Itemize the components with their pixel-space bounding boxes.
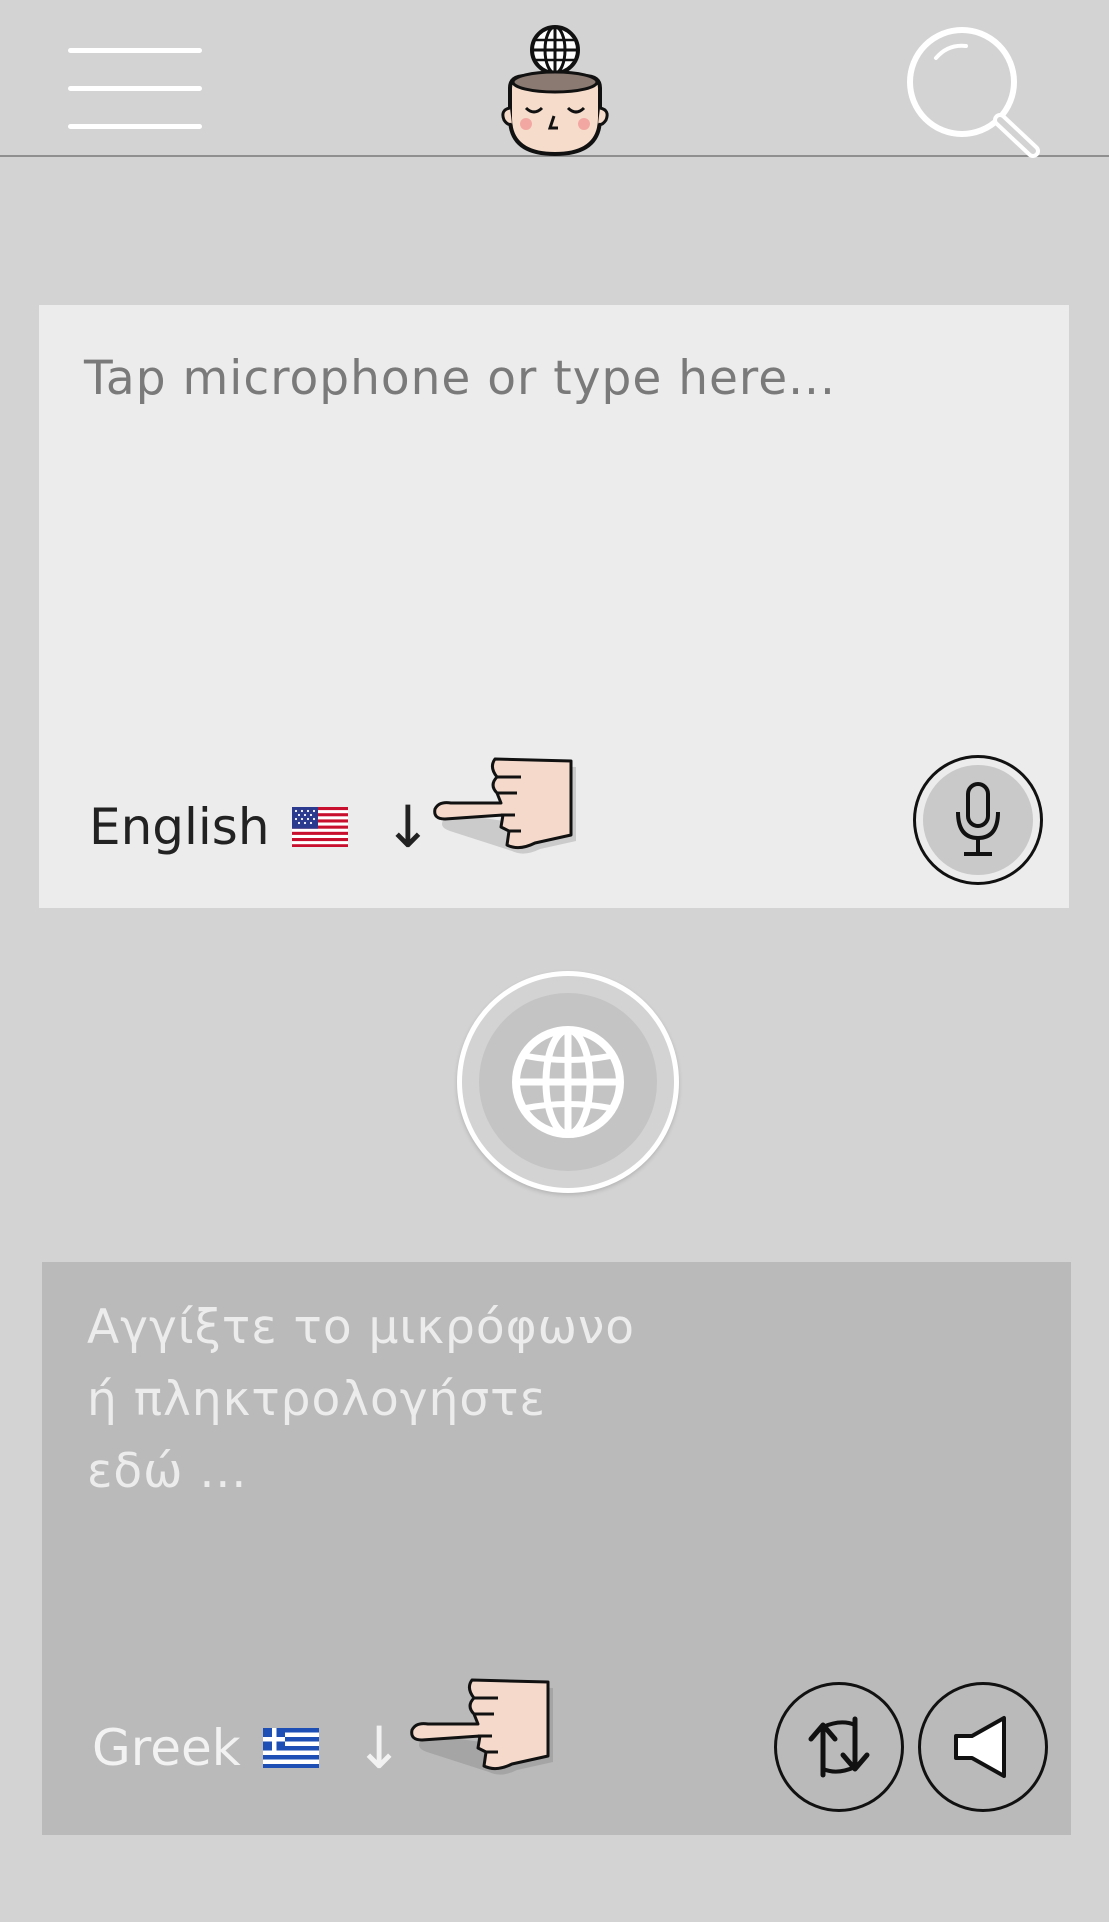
top-bar	[0, 0, 1109, 160]
target-language-selector[interactable]: Greek ↓	[92, 1714, 403, 1782]
swap-languages-button[interactable]	[774, 1682, 904, 1812]
pointing-hand-icon	[433, 757, 576, 854]
target-text-panel[interactable]: Αγγίξτε το μικρόφωνο ή πληκτρολογήστε εδ…	[42, 1262, 1071, 1835]
source-text-panel[interactable]: Tap microphone or type here... English ↓	[39, 305, 1069, 908]
hamburger-menu-icon-bar	[68, 86, 202, 91]
target-language-label: Greek	[92, 1719, 241, 1777]
translate-button-inner	[479, 993, 657, 1171]
menu-button[interactable]	[68, 44, 202, 132]
us-flag-icon	[291, 807, 348, 847]
magnifier-icon	[907, 27, 1040, 158]
microphone-button[interactable]	[913, 755, 1043, 885]
hamburger-menu-icon	[68, 48, 202, 53]
source-language-selector[interactable]: English ↓	[89, 793, 432, 861]
speak-button[interactable]	[918, 1682, 1048, 1812]
microphone-button-inner	[923, 765, 1033, 875]
search-button[interactable]	[900, 18, 1040, 158]
target-output-placeholder: Αγγίξτε το μικρόφωνο ή πληκτρολογήστε εδ…	[87, 1300, 635, 1499]
greece-flag-icon	[262, 1728, 319, 1768]
globe-icon	[512, 1026, 624, 1138]
speaker-icon	[954, 1716, 1006, 1778]
source-language-label: English	[89, 798, 270, 856]
source-input-placeholder[interactable]: Tap microphone or type here...	[84, 343, 1029, 415]
pointing-hand-icon	[410, 1678, 553, 1775]
microphone-icon	[956, 782, 1000, 856]
chevron-down-icon: ↓	[354, 1714, 404, 1782]
swap-arrows-icon	[808, 1716, 870, 1778]
hamburger-menu-icon-bar	[68, 124, 202, 129]
translate-button[interactable]	[457, 971, 679, 1193]
app-logo	[496, 20, 614, 160]
head-with-globe-logo	[501, 25, 609, 157]
